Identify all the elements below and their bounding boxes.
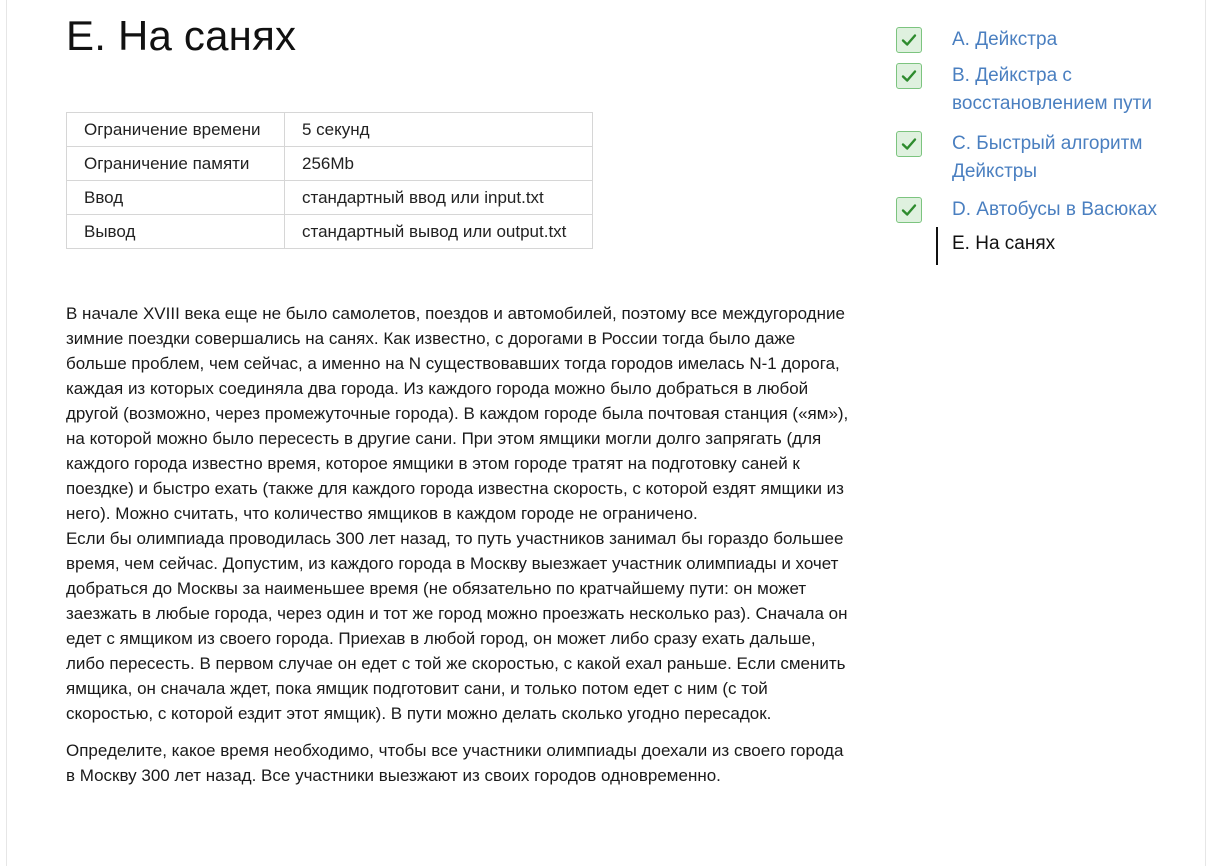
problem-link-b[interactable]: B. Дейкстра с восстановлением пути xyxy=(952,62,1192,118)
problem-link-d[interactable]: D. Автобусы в Васюках xyxy=(952,196,1192,224)
table-row: Ограничение времени 5 секунд xyxy=(66,112,593,147)
problem-statement: В начале XVIII века еще не было самолето… xyxy=(66,301,856,788)
limit-key: Вывод xyxy=(66,214,285,249)
limit-value: 256Mb xyxy=(284,146,593,181)
statement-paragraph: В начале XVIII века еще не было самолето… xyxy=(66,304,849,523)
statement-paragraph: Определите, какое время необходимо, чтоб… xyxy=(66,741,844,785)
table-row: Ограничение памяти 256Mb xyxy=(66,146,593,181)
page-title: E. На санях xyxy=(66,12,297,59)
limit-key: Ввод xyxy=(66,180,285,215)
check-icon xyxy=(896,131,922,157)
limit-key: Ограничение времени xyxy=(66,112,285,147)
check-icon xyxy=(896,27,922,53)
problem-link-a[interactable]: A. Дейкстра xyxy=(952,26,1192,54)
check-icon xyxy=(896,197,922,223)
check-icon xyxy=(896,63,922,89)
problem-link-c[interactable]: C. Быстрый алгоритм Дейкстры xyxy=(952,130,1192,186)
limit-value: стандартный ввод или input.txt xyxy=(284,180,593,215)
limits-table: Ограничение времени 5 секунд Ограничение… xyxy=(66,112,593,249)
current-problem[interactable]: E. На санях xyxy=(936,227,1055,265)
table-row: Ввод стандартный ввод или input.txt xyxy=(66,180,593,215)
limit-value: 5 секунд xyxy=(284,112,593,147)
limit-value: стандартный вывод или output.txt xyxy=(284,214,593,249)
limit-key: Ограничение памяти xyxy=(66,146,285,181)
statement-paragraph: Если бы олимпиада проводилась 300 лет на… xyxy=(66,529,848,723)
table-row: Вывод стандартный вывод или output.txt xyxy=(66,214,593,249)
